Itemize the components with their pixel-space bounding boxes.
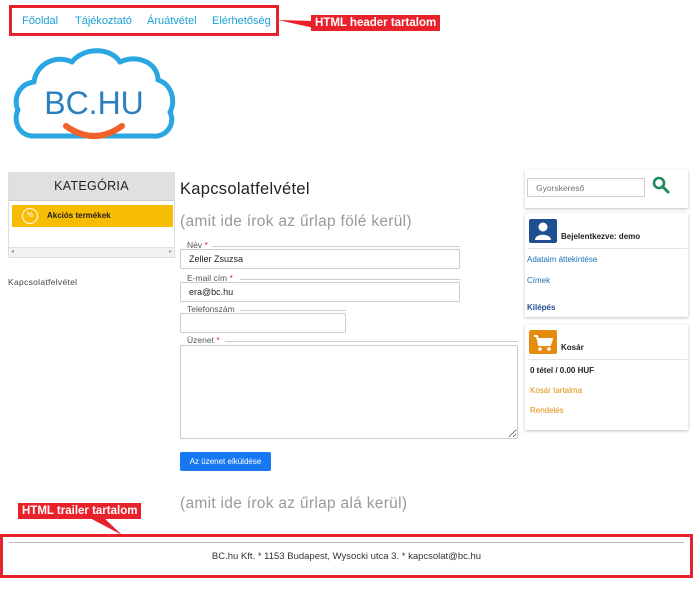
email-field[interactable] <box>180 282 460 302</box>
logout-link[interactable]: Kilépés <box>527 303 555 312</box>
scroll-right-icon[interactable]: ▸ <box>169 248 172 257</box>
trailer-callout-arrow <box>86 516 122 535</box>
name-field[interactable] <box>180 249 460 269</box>
horizontal-scrollbar[interactable]: ◂ ▸ <box>9 247 174 257</box>
cart-title: Kosár <box>561 343 584 352</box>
logo-text: BC.HU <box>44 85 144 121</box>
logged-in-label: Bejelentkezve: demo <box>561 232 641 241</box>
message-field[interactable] <box>180 345 518 439</box>
addresses-link[interactable]: Címek <box>527 276 550 285</box>
nav-link-info[interactable]: Tájékoztató <box>75 15 132 27</box>
percent-icon: % <box>22 208 38 224</box>
cart-summary: 0 tétel / 0.00 HUF <box>530 366 595 375</box>
shopping-cart-icon <box>529 330 557 354</box>
scroll-left-icon[interactable]: ◂ <box>11 248 14 257</box>
message-label: Üzenet * <box>187 335 224 345</box>
footer-text: BC.hu Kft. * 1153 Budapest, Wysocki utca… <box>211 551 482 562</box>
category-title: KATEGÓRIA <box>9 173 174 201</box>
header-nav-box: Főoldal Tájékoztató Áruátvétel Elérhetős… <box>9 5 279 36</box>
nav-link-contact[interactable]: Elérhetőség <box>212 15 271 27</box>
cart-contents-link[interactable]: Kosár tartalma <box>530 386 582 395</box>
site-logo[interactable]: BC.HU <box>12 46 176 150</box>
phone-field[interactable] <box>180 313 346 333</box>
category-item-promo[interactable]: % Akciós termékek <box>12 205 173 227</box>
quick-search-input[interactable] <box>527 178 645 197</box>
footer: BC.hu Kft. * 1153 Budapest, Wysocki utca… <box>0 534 693 578</box>
note-above-form: (amit ide írok az űrlap fölé kerül) <box>180 213 412 230</box>
note-below-form: (amit ide írok az űrlap alá kerül) <box>180 495 408 512</box>
page-title: Kapcsolatfelvétel <box>180 180 310 198</box>
header-callout-arrow <box>278 20 314 28</box>
header-callout-label: HTML header tartalom <box>311 15 441 31</box>
checkout-link[interactable]: Rendelés <box>530 406 564 415</box>
nav-link-home[interactable]: Főoldal <box>22 15 58 27</box>
search-icon[interactable] <box>652 176 670 194</box>
category-panel: KATEGÓRIA % Akciós termékek ◂ ▸ <box>8 172 175 258</box>
nav-link-pickup[interactable]: Áruátvétel <box>147 15 197 27</box>
submit-button[interactable]: Az üzenet elküldése <box>180 452 271 471</box>
category-item-label: Akciós termékek <box>47 211 111 220</box>
account-overview-link[interactable]: Adataim áttekintése <box>527 255 597 264</box>
sidebar-contact-link[interactable]: Kapcsolatfelvétel <box>8 277 77 287</box>
user-icon <box>529 219 557 243</box>
